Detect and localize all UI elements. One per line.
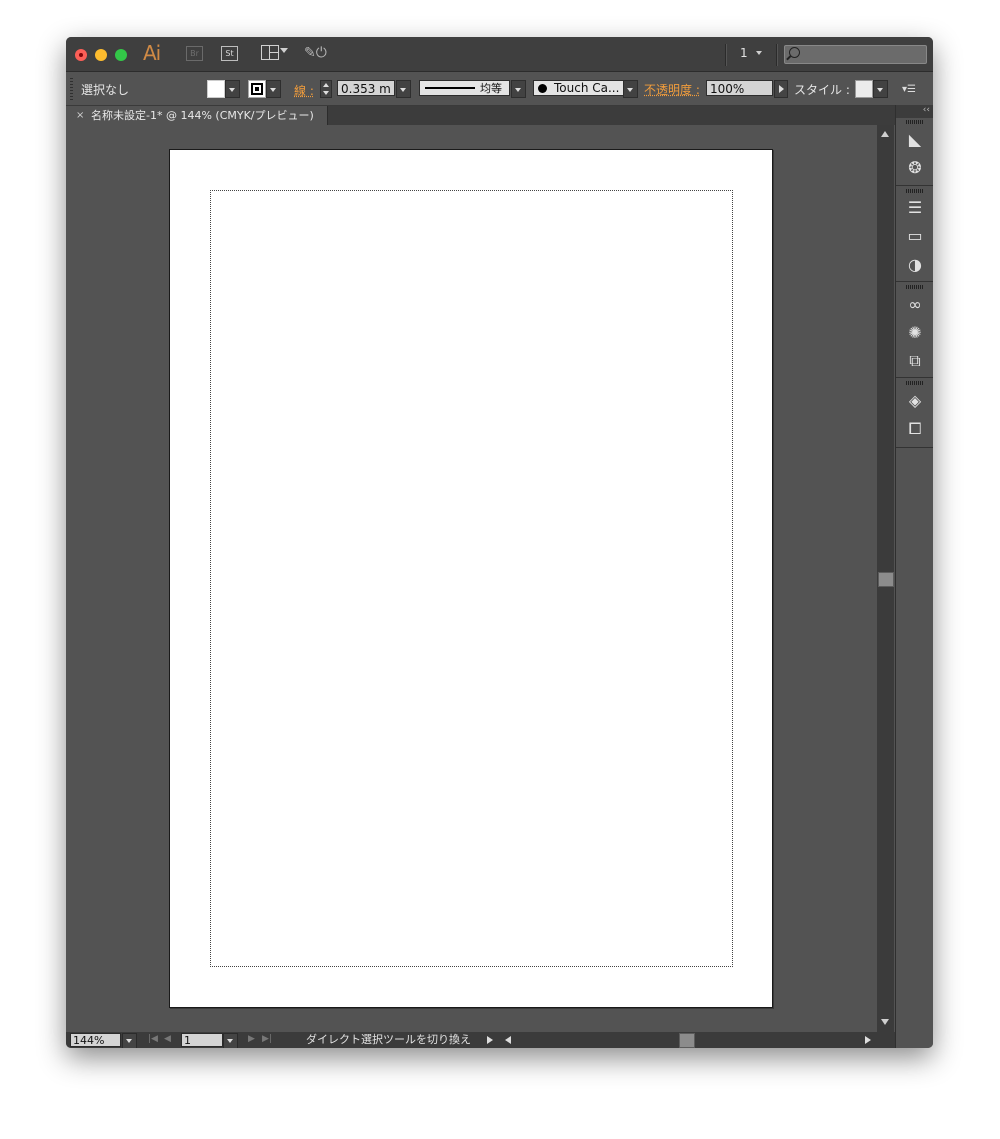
search-input[interactable]	[784, 45, 927, 64]
layers-icon[interactable]: ◈	[905, 391, 925, 411]
next-artboard-icon[interactable]: ▶	[248, 1034, 255, 1044]
horizontal-scroll-thumb[interactable]	[679, 1033, 695, 1048]
brush-label: Touch Ca...	[554, 81, 620, 95]
panel-group-grip[interactable]	[906, 381, 924, 385]
artboard[interactable]	[169, 149, 773, 1008]
color-guide-icon[interactable]: ◣	[905, 130, 925, 150]
scroll-right-icon[interactable]	[865, 1036, 871, 1044]
fill-swatch[interactable]	[207, 80, 225, 98]
brush-definition[interactable]: Touch Ca...	[533, 80, 624, 96]
transparency-icon[interactable]: ◑	[905, 255, 925, 275]
document-tab[interactable]: × 名称未設定-1* @ 144% (CMYK/プレビュー)	[66, 106, 328, 125]
stroke-color-dropdown[interactable]	[266, 80, 281, 98]
stroke-weight-stepper[interactable]	[320, 80, 332, 98]
zoom-field[interactable]: 144%	[70, 1033, 121, 1047]
control-bar: 選択なし 線 : 0.353 m 均等 Touch Ca... 不透明度 : 1…	[66, 72, 933, 106]
workspace-layout-icon[interactable]	[261, 45, 279, 60]
stroke-icon[interactable]: ☰	[905, 198, 925, 218]
symbols-icon[interactable]: ❂	[905, 158, 925, 178]
document-title: 名称未設定-1* @ 144% (CMYK/プレビュー)	[91, 109, 314, 122]
artboard-number-field[interactable]: 1	[181, 1033, 223, 1047]
stroke-label[interactable]: 線 :	[294, 82, 314, 99]
scroll-left-icon[interactable]	[505, 1036, 511, 1044]
panel-group-grip[interactable]	[906, 120, 924, 124]
control-panel-menu-icon[interactable]: ▾☰	[902, 84, 916, 95]
zoom-window-button[interactable]	[115, 49, 127, 61]
first-artboard-icon[interactable]: |◀	[148, 1034, 158, 1044]
page-number[interactable]: 1	[740, 46, 748, 60]
close-window-button[interactable]	[75, 49, 87, 61]
style-dropdown[interactable]	[873, 80, 888, 98]
document-tab-bar: × 名称未設定-1* @ 144% (CMYK/プレビュー)	[66, 106, 895, 125]
profile-dropdown[interactable]	[511, 80, 526, 98]
status-bar: 144% |◀ ◀ 1 ▶ ▶| ダイレクト選択ツールを切り換え	[66, 1032, 895, 1048]
margin-guide	[210, 190, 733, 967]
chevron-down-icon[interactable]	[756, 51, 762, 55]
cc-libraries-icon[interactable]: ∞	[905, 295, 925, 315]
scroll-down-icon[interactable]	[881, 1019, 889, 1025]
illustrator-logo: Ai	[143, 41, 161, 65]
vertical-scroll-thumb[interactable]	[878, 572, 894, 587]
minimize-window-button[interactable]	[95, 49, 107, 61]
zoom-dropdown[interactable]	[122, 1033, 137, 1048]
fill-dropdown[interactable]	[225, 80, 240, 98]
opacity-label[interactable]: 不透明度 :	[644, 81, 700, 98]
stroke-swatch[interactable]	[248, 80, 266, 98]
canvas[interactable]	[66, 125, 877, 1032]
style-label: スタイル :	[794, 83, 850, 97]
opacity-field[interactable]: 100%	[706, 80, 773, 96]
last-artboard-icon[interactable]: ▶|	[262, 1034, 272, 1044]
variable-width-profile[interactable]: 均等	[419, 80, 510, 96]
divider	[896, 377, 933, 378]
chevron-down-icon[interactable]	[280, 48, 288, 53]
divider	[896, 447, 933, 448]
stroke-weight-dropdown[interactable]	[396, 80, 411, 98]
title-bar: Ai Br St ✎⏻ 1	[66, 37, 933, 72]
artboards-icon[interactable]: ⧠	[905, 419, 925, 439]
stroke-weight-field[interactable]: 0.353 m	[337, 80, 395, 96]
panel-dock: ‹‹ ◣ ❂ ☰ ▭ ◑ ∞ ✺ ⧉ ◈ ⧠	[895, 105, 933, 1048]
appearance-icon[interactable]: ✺	[905, 323, 925, 343]
gradient-icon[interactable]: ▭	[905, 226, 925, 246]
illustrator-window: Ai Br St ✎⏻ 1 選択なし 線 : 0.353 m 均等 Touch	[66, 37, 933, 1048]
divider	[896, 281, 933, 282]
profile-line	[425, 87, 475, 89]
brush-dropdown[interactable]	[623, 80, 638, 98]
divider	[896, 185, 933, 186]
search-icon	[789, 47, 800, 58]
gpu-performance-icon[interactable]: ✎⏻	[304, 45, 327, 61]
divider	[776, 44, 778, 66]
collapse-panels-icon[interactable]: ‹‹	[896, 105, 933, 118]
profile-label: 均等	[480, 82, 502, 95]
bridge-button[interactable]: Br	[186, 46, 203, 61]
brush-dot-icon	[538, 84, 547, 93]
opacity-slider-button[interactable]	[774, 80, 788, 98]
panel-group-grip[interactable]	[906, 285, 924, 289]
previous-artboard-icon[interactable]: ◀	[164, 1034, 171, 1044]
control-bar-grip[interactable]	[70, 78, 73, 100]
divider	[725, 44, 727, 66]
vertical-scrollbar[interactable]	[877, 125, 894, 1032]
status-menu-arrow-icon[interactable]	[487, 1036, 493, 1044]
artboard-dropdown[interactable]	[223, 1033, 238, 1048]
scroll-up-icon[interactable]	[881, 131, 889, 137]
close-tab-icon[interactable]: ×	[76, 106, 84, 125]
style-swatch[interactable]	[855, 80, 873, 98]
status-tool-text[interactable]: ダイレクト選択ツールを切り換え	[306, 1033, 471, 1047]
asset-export-icon[interactable]: ⧉	[905, 351, 925, 371]
stock-button[interactable]: St	[221, 46, 238, 61]
selection-status: 選択なし	[81, 83, 130, 97]
panel-group-grip[interactable]	[906, 189, 924, 193]
